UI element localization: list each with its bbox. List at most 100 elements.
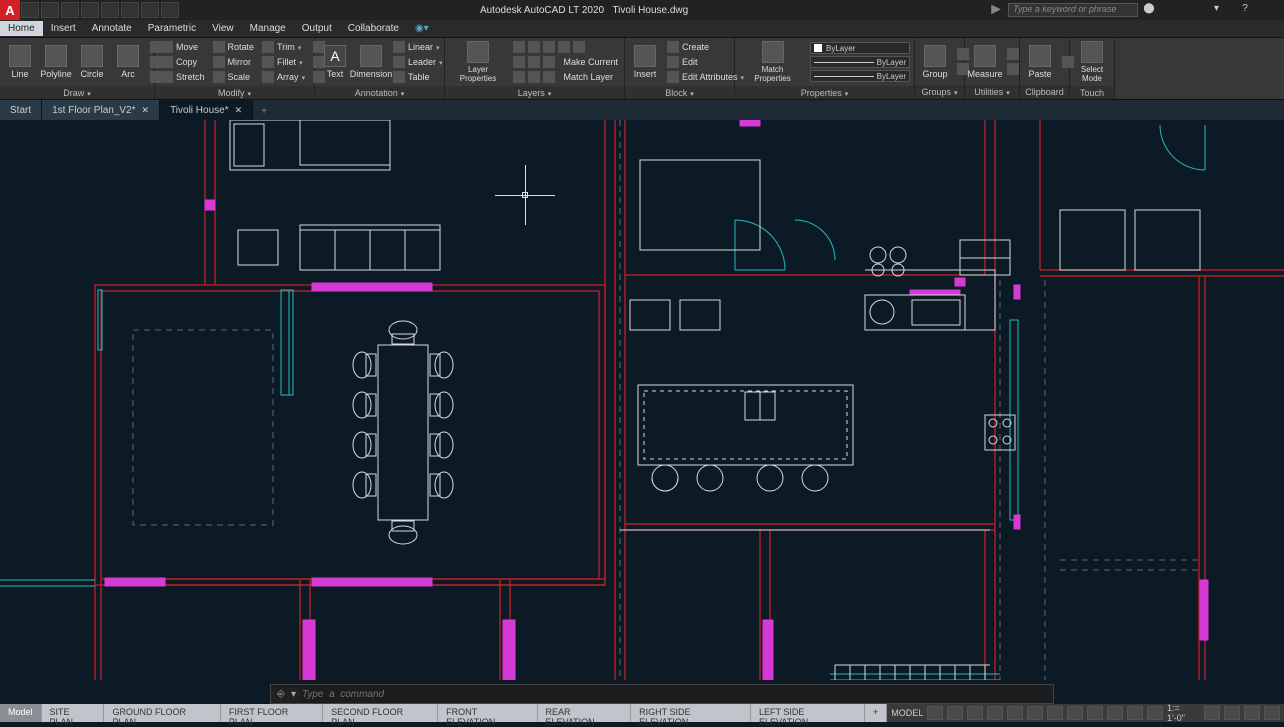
zoom-label[interactable]: 1:= 1'-0" [1167, 703, 1200, 723]
close-icon[interactable]: ✕ [142, 105, 150, 116]
status-osnap-icon[interactable] [1007, 706, 1023, 720]
qat-save-icon[interactable] [61, 2, 79, 18]
measure-button[interactable]: Measure [969, 44, 1001, 80]
table-button[interactable]: Table [391, 70, 445, 84]
layout-rear[interactable]: REAR ELEVATION [538, 704, 632, 722]
filetab-1[interactable]: 1st Floor Plan_V2*✕ [42, 100, 160, 120]
status-ws-icon[interactable] [1127, 706, 1143, 720]
tab-collaborate[interactable]: Collaborate [340, 21, 407, 36]
status-anno-icon[interactable] [1107, 706, 1123, 720]
layout-front[interactable]: FRONT ELEVATION [438, 704, 537, 722]
layer-row-icons[interactable] [511, 40, 620, 54]
linear-button[interactable]: Linear [391, 40, 445, 54]
mirror-button[interactable]: Mirror [211, 55, 257, 69]
command-line[interactable]: ⎆ ▾ [270, 684, 1054, 704]
array-button[interactable]: Array [260, 70, 307, 84]
qat-open-icon[interactable] [41, 2, 59, 18]
make-current-button[interactable]: Make Current [511, 55, 620, 69]
move-button[interactable]: Move [159, 40, 207, 54]
add-tab-button[interactable]: + [253, 103, 275, 120]
qat-saveas-icon[interactable] [81, 2, 99, 18]
match-properties-button[interactable]: Match Properties [739, 40, 806, 84]
status-grid-icon[interactable] [927, 706, 943, 720]
drawing-canvas[interactable] [0, 120, 1284, 680]
dimension-icon [360, 45, 382, 67]
polyline-icon [45, 45, 67, 67]
layout-first[interactable]: FIRST FLOOR PLAN [221, 704, 323, 722]
window-min-icon[interactable] [1264, 3, 1282, 17]
status-trans-icon[interactable] [1067, 706, 1083, 720]
polyline-button[interactable]: Polyline [40, 44, 72, 80]
qat-redo-icon[interactable] [141, 2, 159, 18]
tab-home[interactable]: Home [0, 21, 43, 36]
scale-button[interactable]: Scale [211, 70, 257, 84]
filetab-start[interactable]: Start [0, 100, 42, 120]
qat-more-icon[interactable] [161, 2, 179, 18]
status-iso-icon[interactable] [1224, 706, 1240, 720]
qat-undo-icon[interactable] [121, 2, 139, 18]
app-logo[interactable]: A [0, 0, 20, 20]
line-button[interactable]: Line [4, 44, 36, 80]
status-ortho-icon[interactable] [967, 706, 983, 720]
close-icon[interactable]: ✕ [235, 105, 243, 116]
tab-featured-icon[interactable]: ◉▾ [407, 21, 437, 36]
leader-button[interactable]: Leader [391, 55, 445, 69]
layout-ground[interactable]: GROUND FLOOR PLAN [104, 704, 220, 722]
text-button[interactable]: AText [319, 44, 351, 80]
linetype-combo[interactable]: ByLayer [810, 56, 910, 68]
insert-button[interactable]: Insert [629, 44, 661, 80]
status-otrack-icon[interactable] [1027, 706, 1043, 720]
title-bar: Autodesk AutoCAD LT 2020 Tivoli House.dw… [180, 5, 988, 16]
exchange-icon[interactable] [1162, 3, 1180, 17]
circle-button[interactable]: Circle [76, 44, 108, 80]
status-gear-icon[interactable] [1204, 706, 1220, 720]
signin-icon[interactable]: ⬤ [1140, 3, 1158, 17]
layout-model[interactable]: Model [0, 704, 42, 722]
rotate-button[interactable]: Rotate [211, 40, 257, 54]
panel-block: Insert Create Edit Edit Attributes Block [625, 38, 735, 99]
status-monitor-icon[interactable] [1147, 706, 1163, 720]
status-snap-icon[interactable] [947, 706, 963, 720]
tab-parametric[interactable]: Parametric [140, 21, 204, 36]
tab-insert[interactable]: Insert [43, 21, 84, 36]
tab-view[interactable]: View [204, 21, 242, 36]
trim-button[interactable]: Trim [260, 40, 307, 54]
layout-second[interactable]: SECOND FLOOR PLAN [323, 704, 438, 722]
arc-button[interactable]: Arc [112, 44, 144, 80]
stretch-button[interactable]: Stretch [159, 70, 207, 84]
layout-add-button[interactable]: + [865, 704, 887, 722]
match-layer-button[interactable]: Match Layer [511, 70, 620, 84]
status-clean-icon[interactable] [1244, 706, 1260, 720]
status-lw-icon[interactable] [1047, 706, 1063, 720]
lineweight-combo[interactable]: ByLayer [810, 70, 910, 82]
select-mode-button[interactable]: Select Mode [1074, 40, 1110, 84]
edit-attributes-button[interactable]: Edit Attributes [665, 70, 746, 84]
fillet-button[interactable]: Fillet [260, 55, 307, 69]
layer-properties-button[interactable]: Layer Properties [449, 40, 507, 84]
help-icon[interactable]: ? [1236, 3, 1254, 17]
paste-button[interactable]: Paste [1024, 44, 1056, 80]
tab-annotate[interactable]: Annotate [84, 21, 140, 36]
layout-site[interactable]: SITE PLAN [42, 704, 105, 722]
group-button[interactable]: Group [919, 44, 951, 80]
command-input[interactable] [302, 689, 1047, 700]
qat-plot-icon[interactable] [101, 2, 119, 18]
copy-button[interactable]: Copy [159, 55, 207, 69]
tab-manage[interactable]: Manage [242, 21, 294, 36]
tab-output[interactable]: Output [294, 21, 340, 36]
panel-groups: Group Groups [915, 38, 965, 99]
dropdown-icon[interactable]: ▾ [1214, 3, 1232, 17]
qat-new-icon[interactable] [21, 2, 39, 18]
dimension-button[interactable]: Dimension [355, 44, 387, 80]
status-mode[interactable]: MODEL [891, 708, 923, 718]
filetab-2[interactable]: Tivoli House*✕ [160, 100, 253, 120]
color-combo[interactable]: ByLayer [810, 42, 910, 54]
edit-button[interactable]: Edit [665, 55, 746, 69]
search-box[interactable]: Type a keyword or phrase [1008, 3, 1138, 17]
layout-right[interactable]: RIGHT SIDE ELEVATION [631, 704, 751, 722]
layout-left[interactable]: LEFT SIDE ELEVATION [751, 704, 865, 722]
status-custom-icon[interactable] [1264, 706, 1280, 720]
create-button[interactable]: Create [665, 40, 746, 54]
status-cycle-icon[interactable] [1087, 706, 1103, 720]
status-polar-icon[interactable] [987, 706, 1003, 720]
